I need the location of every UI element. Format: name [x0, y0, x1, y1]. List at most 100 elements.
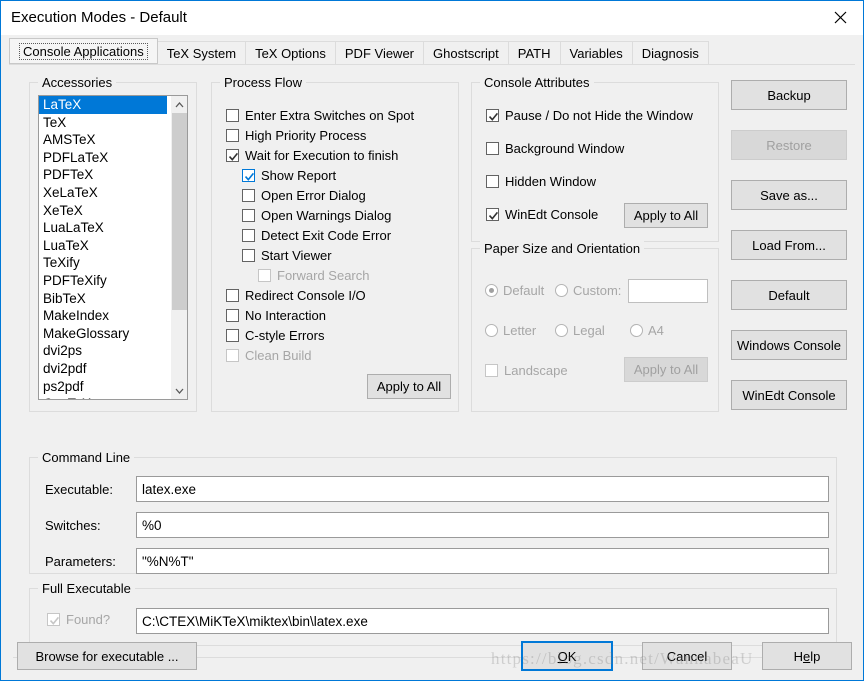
paper-radio-letter[interactable]: Letter — [485, 323, 536, 338]
process-flow-enter-extra-switches-on-spot-checkbox[interactable]: Enter Extra Switches on Spot — [226, 108, 414, 123]
side-button-default[interactable]: Default — [731, 280, 847, 310]
full-executable-path-input[interactable]: C:\CTEX\MiKTeX\miktex\bin\latex.exe — [136, 608, 829, 634]
list-item[interactable]: dvi2pdf — [39, 360, 167, 378]
console-attr-pause-do-not-hide-the-window-checkbox[interactable]: Pause / Do not Hide the Window — [486, 108, 693, 123]
radio-a4-indicator — [630, 324, 643, 337]
process-flow-c-style-errors-checkbox[interactable]: C-style Errors — [226, 328, 324, 343]
list-item[interactable]: AMSTeX — [39, 131, 167, 149]
chevron-up-icon[interactable] — [171, 96, 187, 113]
process-flow-wait-for-execution-to-finish-label: Wait for Execution to finish — [245, 148, 399, 163]
found-checkbox[interactable]: Found? — [47, 612, 110, 627]
list-item[interactable]: XeTeX — [39, 202, 167, 220]
paper-radio-default[interactable]: Default — [485, 283, 544, 298]
console-attr-hidden-window-checkbox[interactable]: Hidden Window — [486, 174, 596, 189]
list-item[interactable]: PDFTeX — [39, 166, 167, 184]
close-icon[interactable] — [817, 1, 863, 34]
side-button-backup[interactable]: Backup — [731, 80, 847, 110]
process-flow-wait-for-execution-to-finish-checkbox[interactable]: Wait for Execution to finish — [226, 148, 398, 163]
tab-label: PDF Viewer — [344, 45, 415, 61]
list-item[interactable]: TeX — [39, 114, 167, 132]
side-button-winedt-console[interactable]: WinEdt Console — [731, 380, 847, 410]
process-flow-clean-build-checkbox[interactable]: Clean Build — [226, 348, 312, 363]
list-item[interactable]: ConTeXt — [39, 395, 167, 399]
list-item[interactable]: LuaLaTeX — [39, 219, 167, 237]
checkbox-indicator — [258, 269, 271, 282]
listbox-scrollbar[interactable] — [170, 96, 187, 399]
command-line-executable-input[interactable]: latex.exe — [136, 476, 829, 502]
scrollbar-thumb[interactable] — [172, 113, 187, 310]
list-item[interactable]: MakeIndex — [39, 307, 167, 325]
landscape-checkbox-indicator — [485, 364, 498, 377]
cancel-button[interactable]: Cancel — [642, 642, 732, 670]
list-item[interactable]: PDFLaTeX — [39, 149, 167, 167]
process-flow-detect-exit-code-error-checkbox[interactable]: Detect Exit Code Error — [242, 228, 391, 243]
side-button-load-from[interactable]: Load From... — [731, 230, 847, 260]
checkbox-indicator — [226, 329, 239, 342]
tab-variables[interactable]: Variables — [559, 41, 633, 64]
tab-console-applications[interactable]: Console Applications — [9, 38, 158, 64]
console-attributes-apply-to-all-button[interactable]: Apply to All — [624, 203, 708, 228]
list-item[interactable]: MakeGlossary — [39, 325, 167, 343]
process-flow-open-error-dialog-checkbox[interactable]: Open Error Dialog — [242, 188, 366, 203]
checkbox-indicator — [486, 175, 499, 188]
console-attr-winedt-console-checkbox[interactable]: WinEdt Console — [486, 207, 598, 222]
browse-for-executable-button[interactable]: Browse for executable ... — [17, 642, 197, 670]
process-flow-detect-exit-code-error-label: Detect Exit Code Error — [261, 228, 392, 243]
list-item[interactable]: LuaTeX — [39, 237, 167, 255]
tab-diagnosis[interactable]: Diagnosis — [631, 41, 709, 64]
radio-default-indicator — [485, 284, 498, 297]
paper-apply-to-all-button[interactable]: Apply to All — [624, 357, 708, 382]
checkmark-icon — [242, 169, 255, 182]
process-flow-open-warnings-dialog-checkbox[interactable]: Open Warnings Dialog — [242, 208, 391, 223]
tab-pdf-viewer[interactable]: PDF Viewer — [334, 41, 425, 64]
checkbox-indicator — [242, 189, 255, 202]
side-button-windows-console[interactable]: Windows Console — [731, 330, 847, 360]
list-item[interactable]: XeLaTeX — [39, 184, 167, 202]
command-line-switches-label: Switches: — [45, 518, 101, 533]
command-line-parameters-input[interactable]: "%N%T" — [136, 548, 829, 574]
process-flow-start-viewer-checkbox[interactable]: Start Viewer — [242, 248, 332, 263]
tab-path[interactable]: PATH — [507, 41, 561, 64]
process-flow-no-interaction-label: No Interaction — [245, 308, 326, 323]
accessories-listbox[interactable]: LaTeX TeX AMSTeX PDFLaTeX PDFTeX XeLaTeX XeTeX… — [38, 95, 188, 400]
paper-radio-custom[interactable]: Custom: — [555, 283, 621, 298]
list-item[interactable]: dvi2ps — [39, 342, 167, 360]
help-button[interactable]: Help — [762, 642, 852, 670]
tab-ghostscript[interactable]: Ghostscript — [423, 41, 509, 64]
checkbox-indicator — [242, 209, 255, 222]
process-flow-no-interaction-checkbox[interactable]: No Interaction — [226, 308, 326, 323]
paper-custom-input[interactable] — [628, 279, 708, 303]
list-item[interactable]: LaTeX — [39, 96, 167, 114]
list-item[interactable]: TeXify — [39, 254, 167, 272]
command-line-executable-label: Executable: — [45, 482, 113, 497]
paper-radio-legal[interactable]: Legal — [555, 323, 605, 338]
ok-button[interactable]: OK — [521, 641, 613, 671]
process-flow-apply-to-all-button[interactable]: Apply to All — [367, 374, 451, 399]
command-line-switches-input[interactable]: %0 — [136, 512, 829, 538]
list-item[interactable]: BibTeX — [39, 290, 167, 308]
side-button-save-as[interactable]: Save as... — [731, 180, 847, 210]
dialog-client-area: Console Applications TeX System TeX Option… — [1, 35, 863, 680]
tab-tex-system[interactable]: TeX System — [156, 41, 247, 64]
process-flow-show-report-checkbox[interactable]: Show Report — [242, 168, 336, 183]
paper-landscape-checkbox[interactable]: Landscape — [485, 363, 568, 378]
checkbox-indicator — [486, 142, 499, 155]
checkbox-indicator — [226, 129, 239, 142]
list-item[interactable]: ps2pdf — [39, 378, 167, 396]
help-button-label: Help — [793, 648, 821, 664]
process-flow-group: Process Flow Enter Extra Switches on Spo… — [211, 75, 459, 412]
chevron-down-icon[interactable] — [171, 382, 187, 399]
ok-button-label: OK — [557, 648, 577, 664]
checkbox-indicator — [226, 309, 239, 322]
checkbox-indicator — [226, 109, 239, 122]
list-item[interactable]: PDFTeXify — [39, 272, 167, 290]
paper-radio-a4[interactable]: A4 — [630, 323, 664, 338]
tab-tex-options[interactable]: TeX Options — [245, 41, 336, 64]
radio-custom-indicator — [555, 284, 568, 297]
paper-size-group: Paper Size and Orientation Default Custo… — [471, 241, 719, 412]
process-flow-high-priority-process-checkbox[interactable]: High Priority Process — [226, 128, 366, 143]
process-flow-redirect-console-i-o-checkbox[interactable]: Redirect Console I/O — [226, 288, 366, 303]
process-flow-forward-search-checkbox[interactable]: Forward Search — [258, 268, 369, 283]
side-button-restore[interactable]: Restore — [731, 130, 847, 160]
console-attr-background-window-checkbox[interactable]: Background Window — [486, 141, 624, 156]
